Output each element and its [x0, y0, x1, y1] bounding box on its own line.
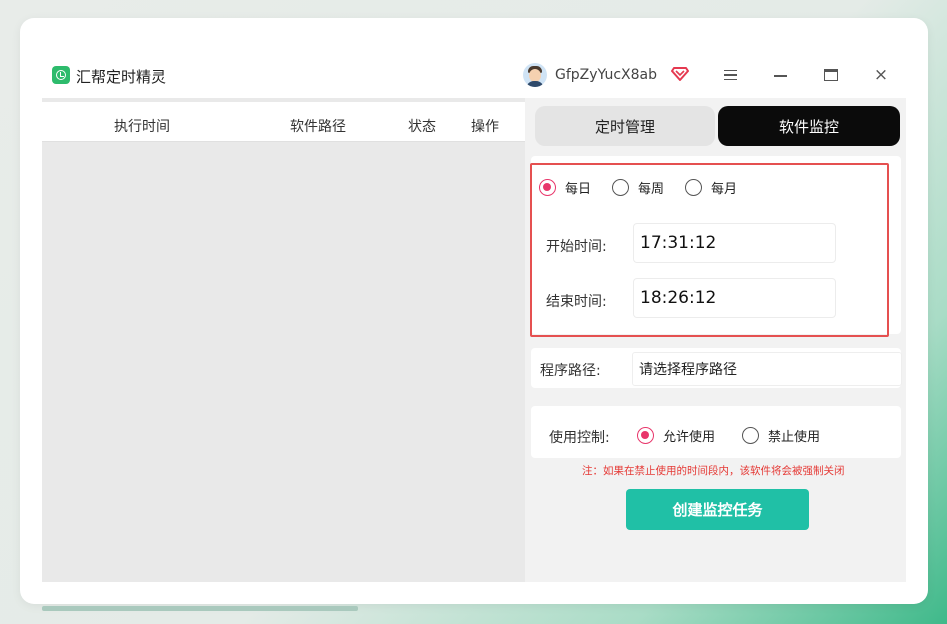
app-title: 汇帮定时精灵	[76, 68, 167, 86]
radio-allow-label: 允许使用	[663, 430, 716, 445]
column-header-software-path: 软件路径	[290, 119, 346, 135]
tab-software-monitor[interactable]: 软件监控	[718, 106, 900, 146]
tab-timer-management[interactable]: 定时管理	[535, 106, 715, 146]
horizontal-scroll-indicator[interactable]	[42, 606, 358, 611]
radio-daily[interactable]: 每日	[539, 178, 591, 197]
radio-selected-icon	[637, 427, 654, 444]
warning-note: 注：如果在禁止使用的时间段内，该软件将会被强制关闭	[582, 465, 845, 477]
radio-unselected-icon	[612, 179, 629, 196]
vip-diamond-icon[interactable]	[671, 64, 689, 82]
task-table-header: 执行时间 软件路径 状态 操作	[42, 98, 525, 142]
radio-monthly-label: 每月	[711, 182, 738, 197]
radio-weekly-label: 每周	[638, 182, 665, 197]
hamburger-menu-icon	[723, 70, 737, 80]
radio-selected-icon	[539, 179, 556, 196]
username[interactable]: GfpZyYucX8ab	[555, 67, 657, 83]
radio-allow-use[interactable]: 允许使用	[637, 426, 715, 445]
usage-control-label: 使用控制:	[549, 430, 610, 446]
end-time-label: 结束时间:	[546, 294, 607, 310]
close-icon: ×	[873, 64, 889, 85]
radio-forbid-use[interactable]: 禁止使用	[742, 426, 820, 445]
user-avatar[interactable]	[523, 63, 547, 87]
minimize-button[interactable]	[769, 64, 791, 86]
radio-unselected-icon	[685, 179, 702, 196]
radio-monthly[interactable]: 每月	[685, 178, 737, 197]
maximize-button[interactable]	[820, 64, 842, 86]
radio-daily-label: 每日	[565, 182, 592, 197]
column-header-actions: 操作	[471, 119, 499, 135]
create-monitor-task-button[interactable]: 创建监控任务	[626, 489, 809, 530]
title-bar: 汇帮定时精灵 GfpZyYucX8ab ×	[42, 42, 906, 98]
column-header-status: 状态	[408, 119, 436, 135]
app-window: 汇帮定时精灵 GfpZyYucX8ab × 执行时间 软件路径 状态 操作 定时…	[42, 42, 906, 582]
menu-button[interactable]	[719, 64, 741, 86]
minimize-icon	[773, 75, 787, 77]
close-button[interactable]: ×	[870, 64, 892, 86]
radio-weekly[interactable]: 每周	[612, 178, 664, 197]
start-time-input[interactable]: 17:31:12	[633, 223, 836, 263]
task-list-panel: 执行时间 软件路径 状态 操作	[42, 98, 525, 582]
maximize-icon	[824, 69, 838, 81]
program-path-label: 程序路径:	[540, 363, 601, 379]
program-path-input[interactable]: 请选择程序路径	[632, 352, 902, 386]
column-header-exec-time: 执行时间	[114, 119, 170, 135]
radio-unselected-icon	[742, 427, 759, 444]
end-time-input[interactable]: 18:26:12	[633, 278, 836, 318]
start-time-label: 开始时间:	[546, 239, 607, 255]
app-logo-icon	[52, 66, 70, 84]
radio-forbid-label: 禁止使用	[768, 430, 821, 445]
